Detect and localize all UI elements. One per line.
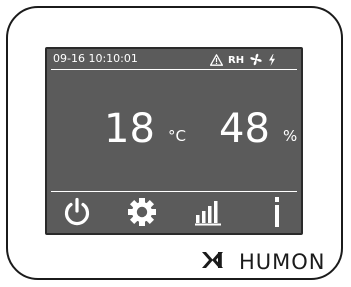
device-bezel: 09-16 10:10:01 RH 18 °C 48 % HUMON: [6, 6, 343, 280]
warning-icon: [209, 51, 224, 70]
power-icon: [63, 197, 91, 231]
status-divider: [51, 69, 297, 70]
temperature-value: 18: [104, 106, 155, 152]
datetime-text: 09-16 10:10:01: [53, 52, 138, 65]
fan-icon: [249, 51, 263, 70]
humidity-value: 48: [219, 106, 270, 152]
status-icons: RH: [209, 51, 276, 70]
humidity-unit: %: [283, 127, 298, 145]
power-bolt-icon: [268, 51, 276, 70]
temperature-unit: °C: [168, 127, 186, 145]
display-screen: 09-16 10:10:01 RH 18 °C 48 %: [45, 47, 303, 235]
info-icon: [270, 196, 284, 232]
status-bar: 09-16 10:10:01 RH: [47, 49, 301, 69]
mk-logo-mark: [201, 251, 233, 273]
rh-label: RH: [228, 55, 245, 66]
brand-logo: HUMON: [201, 250, 326, 274]
info-button[interactable]: [257, 196, 297, 232]
readings: 18 °C 48 %: [47, 107, 301, 157]
statistics-bars-icon: [194, 198, 224, 230]
power-button[interactable]: [57, 197, 97, 231]
statistics-button[interactable]: [189, 198, 229, 230]
menu-bar: [47, 194, 301, 234]
menu-divider: [51, 191, 297, 192]
settings-button[interactable]: [122, 198, 162, 230]
brand-name: HUMON: [239, 250, 326, 274]
settings-gear-icon: [127, 197, 157, 231]
